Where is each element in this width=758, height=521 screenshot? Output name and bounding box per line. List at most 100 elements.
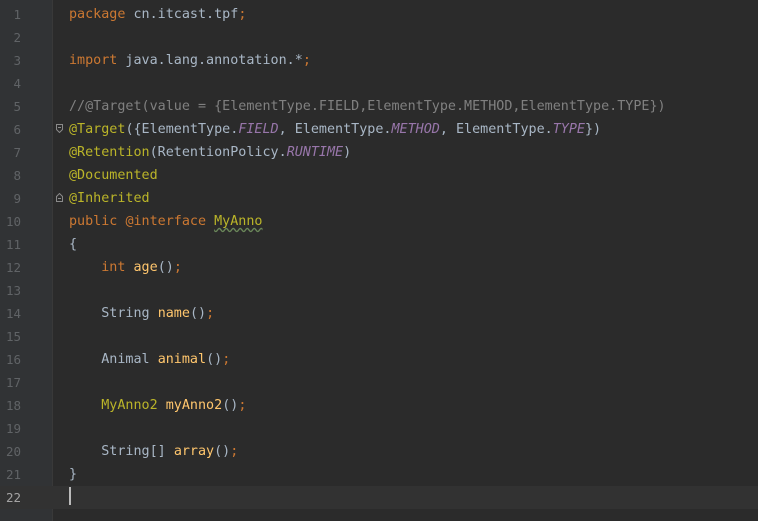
line-number: 4 [13, 76, 21, 91]
semicolon: ; [173, 260, 182, 275]
code-token: () [189, 306, 207, 321]
annotation-token: @Documented [69, 168, 158, 183]
code-text: Animal animal(); [69, 348, 230, 371]
brace-token: } [69, 467, 78, 482]
line-number: 5 [13, 99, 21, 114]
keyword-token: import [69, 53, 118, 68]
code-token: }) [585, 122, 602, 137]
constant-token: METHOD [391, 122, 440, 137]
code-token: () [206, 352, 223, 367]
type-token: String [69, 306, 158, 321]
line-number: 19 [5, 421, 21, 436]
code-editor[interactable]: 1 package cn.itcast.tpf; 2 3 import java… [0, 0, 758, 521]
line-number: 12 [5, 260, 21, 275]
keyword-token: package [69, 7, 126, 22]
code-line[interactable]: 21 } [0, 463, 758, 486]
code-line[interactable]: 3 import java.lang.annotation.*; [0, 49, 758, 72]
code-line[interactable]: 6 @Target({ElementType.FIELD, ElementTyp… [0, 118, 758, 141]
line-number: 18 [5, 398, 21, 413]
line-number: 20 [5, 444, 21, 459]
type-token: String[] [69, 444, 174, 459]
code-line[interactable]: 14 String name(); [0, 302, 758, 325]
code-line[interactable]: 12 int age(); [0, 256, 758, 279]
fold-open-icon[interactable] [56, 124, 63, 133]
line-number: 15 [5, 329, 21, 344]
line-number: 14 [5, 306, 21, 321]
semicolon: ; [238, 398, 247, 413]
annotation-type-token: MyAnno2 [101, 398, 158, 413]
comment-token: //@Target(value = {ElementType.FIELD,Ele… [69, 99, 666, 114]
method-token: animal [157, 352, 207, 367]
import-path: java.lang.annotation.* [117, 53, 303, 68]
code-line[interactable]: 5 //@Target(value = {ElementType.FIELD,E… [0, 95, 758, 118]
constant-token: TYPE [552, 122, 585, 137]
line-number: 6 [13, 122, 21, 137]
code-text: MyAnno2 myAnno2(); [69, 394, 246, 417]
code-line[interactable]: 19 [0, 417, 758, 440]
method-token: name [157, 306, 190, 321]
code-token: () [157, 260, 174, 275]
code-line[interactable]: 16 Animal animal(); [0, 348, 758, 371]
code-line[interactable]: 2 [0, 26, 758, 49]
code-token: ) [343, 145, 352, 160]
type-token: Animal [69, 352, 158, 367]
line-number: 3 [13, 53, 21, 68]
code-token: ({ElementType. [125, 122, 239, 137]
code-token: , ElementType. [439, 122, 553, 137]
code-text: } [69, 463, 77, 486]
line-number: 8 [13, 168, 21, 183]
code-line[interactable]: 4 [0, 72, 758, 95]
class-name-token: MyAnno [214, 214, 263, 229]
annotation-token: @Target [69, 122, 126, 137]
code-text: int age(); [69, 256, 182, 279]
annotation-token: @Retention [69, 145, 150, 160]
method-token: myAnno2 [165, 398, 223, 413]
line-number: 10 [5, 214, 21, 229]
annotation-token: @Inherited [69, 191, 150, 206]
line-number: 16 [5, 352, 21, 367]
code-line[interactable]: 13 [0, 279, 758, 302]
method-token: array [173, 444, 215, 459]
semicolon: ; [302, 53, 311, 68]
code-line[interactable]: 18 MyAnno2 myAnno2(); [0, 394, 758, 417]
line-number: 13 [5, 283, 21, 298]
fold-close-icon[interactable] [56, 193, 63, 202]
code-line[interactable]: 17 [0, 371, 758, 394]
code-text: @Inherited [69, 187, 150, 210]
code-token: (RetentionPolicy. [149, 145, 287, 160]
code-text: //@Target(value = {ElementType.FIELD,Ele… [69, 95, 666, 118]
code-line[interactable]: 9 @Inherited [0, 187, 758, 210]
code-line[interactable]: 11 { [0, 233, 758, 256]
code-text: String name(); [69, 302, 214, 325]
current-code-line[interactable]: 22 [0, 486, 758, 509]
code-line[interactable]: 8 @Documented [0, 164, 758, 187]
method-token: age [133, 260, 158, 275]
semicolon: ; [222, 352, 231, 367]
code-text: package cn.itcast.tpf; [69, 3, 246, 26]
code-text: @Target({ElementType.FIELD, ElementType.… [69, 118, 601, 141]
code-text: import java.lang.annotation.*; [69, 49, 311, 72]
keyword-token: int [101, 260, 126, 275]
package-name: cn.itcast.tpf [125, 7, 239, 22]
code-line[interactable]: 15 [0, 325, 758, 348]
code-text: String[] array(); [69, 440, 238, 463]
text-caret [69, 487, 71, 505]
semicolon: ; [206, 306, 215, 321]
code-line[interactable]: 20 String[] array(); [0, 440, 758, 463]
line-number: 22 [5, 490, 21, 505]
code-line[interactable]: 1 package cn.itcast.tpf; [0, 3, 758, 26]
code-text: public @interface MyAnno [69, 210, 263, 233]
line-number: 7 [13, 145, 21, 160]
brace-token: { [69, 237, 78, 252]
code-token: () [222, 398, 239, 413]
code-line[interactable]: 10 public @interface MyAnno [0, 210, 758, 233]
semicolon: ; [230, 444, 239, 459]
code-line[interactable]: 7 @Retention(RetentionPolicy.RUNTIME) [0, 141, 758, 164]
constant-token: RUNTIME [286, 145, 344, 160]
line-number: 1 [13, 7, 21, 22]
code-text [69, 486, 71, 509]
code-text: @Documented [69, 164, 158, 187]
